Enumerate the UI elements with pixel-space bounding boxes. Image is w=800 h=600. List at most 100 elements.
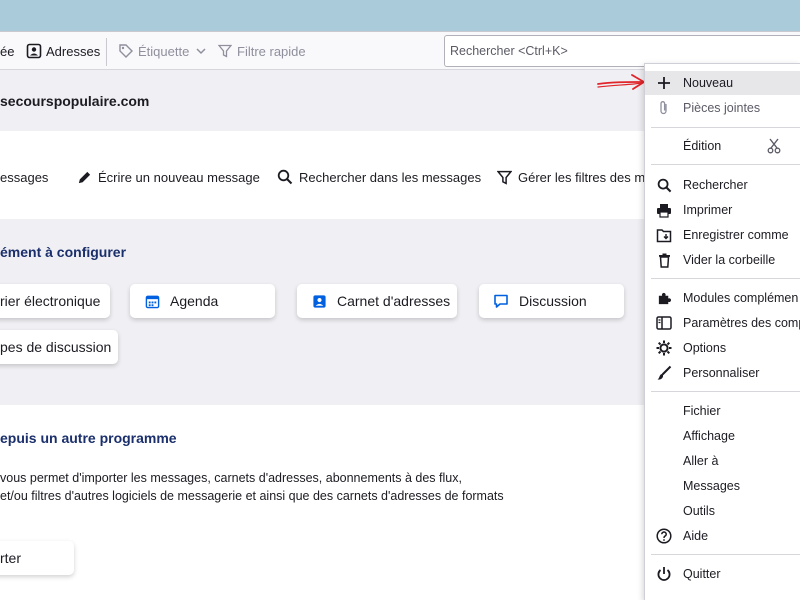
- menu-separator: [651, 391, 800, 392]
- menu-separator: [651, 278, 800, 279]
- address-book-button[interactable]: Adresses: [26, 42, 100, 60]
- search-messages-link[interactable]: Rechercher dans les messages: [277, 167, 481, 187]
- gear-icon: [645, 340, 683, 356]
- menu-item-file[interactable]: Fichier: [645, 399, 800, 423]
- menu-item-find[interactable]: Rechercher: [645, 173, 800, 197]
- setup-calendar-button[interactable]: Agenda: [130, 284, 275, 318]
- menu-item-label: Affichage: [683, 429, 735, 443]
- menu-item-tools[interactable]: Outils: [645, 499, 800, 523]
- calendar-icon: [144, 293, 160, 309]
- menu-item-label: Rechercher: [683, 178, 748, 192]
- menu-item-label: Aide: [683, 529, 709, 543]
- search-icon: [645, 178, 683, 193]
- filter-icon: [496, 169, 512, 185]
- manage-filters-link[interactable]: Gérer les filtres des mes: [496, 167, 659, 187]
- write-message-link[interactable]: Écrire un nouveau message: [76, 167, 260, 187]
- menu-item-label: Modules complémen: [683, 291, 799, 305]
- menu-item-label: Personnaliser: [683, 366, 760, 380]
- menu-item-label: Options: [683, 341, 727, 355]
- setup-newsgroups-label: pes de discussion: [0, 339, 112, 355]
- menu-item-account-settings[interactable]: Paramètres des comp: [645, 311, 800, 335]
- chat-icon: [493, 293, 509, 309]
- menu-item-new[interactable]: Nouveau: [645, 71, 800, 95]
- import-button[interactable]: rter: [0, 541, 74, 575]
- power-icon: [645, 566, 683, 582]
- setup-calendar-label: Agenda: [170, 293, 219, 309]
- chevron-down-icon: [193, 43, 209, 59]
- menu-item-quit[interactable]: Quitter: [645, 562, 800, 586]
- trash-icon: [645, 253, 683, 268]
- menu-item-attachments[interactable]: Pièces jointes: [645, 96, 800, 120]
- address-book-icon: [311, 293, 327, 309]
- address-book-label: Adresses: [46, 43, 101, 59]
- address-book-icon: [26, 43, 42, 59]
- import-title: epuis un autre programme: [0, 430, 177, 446]
- menu-item-label: Enregistrer comme: [683, 228, 789, 242]
- tag-label: Étiquette: [138, 43, 190, 59]
- menu-item-customize[interactable]: Personnaliser: [645, 361, 800, 385]
- menu-item-label: Paramètres des comp: [683, 316, 800, 330]
- setup-newsgroups-button[interactable]: pes de discussion: [0, 330, 118, 364]
- menu-item-label: Fichier: [683, 404, 721, 418]
- tag-button[interactable]: Étiquette: [118, 42, 209, 60]
- help-icon: [645, 528, 683, 544]
- pencil-icon: [76, 169, 92, 185]
- menu-separator: [651, 127, 800, 128]
- menu-item-help[interactable]: Aide: [645, 524, 800, 548]
- import-button-label: rter: [0, 550, 21, 566]
- menu-item-empty-trash[interactable]: Vider la corbeille: [645, 248, 800, 272]
- menu-item-print[interactable]: Imprimer: [645, 198, 800, 222]
- menu-item-edit[interactable]: Édition: [645, 134, 800, 158]
- plus-icon: [645, 76, 683, 90]
- setup-chat-label: Discussion: [519, 293, 587, 309]
- printer-icon: [645, 203, 683, 218]
- menu-item-save-as[interactable]: Enregistrer comme: [645, 223, 800, 247]
- menu-item-label: Messages: [683, 479, 740, 493]
- filter-icon: [217, 43, 233, 59]
- save-as-icon: [645, 228, 683, 243]
- puzzle-icon: [645, 291, 683, 306]
- manage-filters-label: Gérer les filtres des mes: [518, 169, 659, 185]
- menu-item-addons[interactable]: Modules complémen: [645, 286, 800, 310]
- read-messages-label: essages: [0, 169, 49, 185]
- read-messages-link[interactable]: essages: [0, 167, 48, 187]
- setup-address-book-button[interactable]: Carnet d'adresses: [297, 284, 457, 318]
- write-message-label: Écrire un nouveau message: [98, 169, 260, 185]
- import-description-line: vous permet d'importer les messages, car…: [0, 471, 462, 485]
- toolbar-partial-button[interactable]: ée: [0, 42, 14, 60]
- menu-item-options[interactable]: Options: [645, 336, 800, 360]
- search-messages-label: Rechercher dans les messages: [299, 169, 482, 185]
- tag-icon: [118, 43, 134, 59]
- cut-icon[interactable]: [767, 138, 781, 154]
- search-icon: [277, 169, 293, 185]
- menu-item-label: Quitter: [683, 567, 721, 581]
- setup-email-label: rier électronique: [0, 293, 101, 309]
- menu-item-label: Vider la corbeille: [683, 253, 776, 267]
- menu-item-label: Édition: [683, 139, 722, 153]
- paintbrush-icon: [645, 365, 683, 381]
- import-description-line: et/ou filtres d'autres logiciels de mess…: [0, 489, 504, 503]
- import-description: vous permet d'importer les messages, car…: [0, 469, 504, 505]
- toolbar-separator: [106, 38, 107, 66]
- account-name: secourspopulaire.com: [0, 93, 150, 109]
- quick-filter-button[interactable]: Filtre rapide: [217, 42, 306, 60]
- menu-item-label: Aller à: [683, 454, 719, 468]
- window-titlebar: [0, 0, 800, 31]
- menu-item-view[interactable]: Affichage: [645, 424, 800, 448]
- menu-item-label: Nouveau: [683, 76, 734, 90]
- setup-title: ément à configurer: [0, 244, 127, 260]
- account-settings-icon: [645, 316, 683, 330]
- menu-separator: [651, 164, 800, 165]
- paperclip-icon: [645, 100, 683, 116]
- menu-item-messages[interactable]: Messages: [645, 474, 800, 498]
- quick-filter-label: Filtre rapide: [237, 43, 306, 59]
- setup-chat-button[interactable]: Discussion: [479, 284, 624, 318]
- search-placeholder: Rechercher <Ctrl+K>: [450, 44, 568, 58]
- setup-address-book-label: Carnet d'adresses: [337, 293, 451, 309]
- menu-item-label: Pièces jointes: [683, 101, 761, 115]
- app-menu-panel: Nouveau Pièces jointes Édition Recherche…: [644, 63, 800, 600]
- menu-item-label: Outils: [683, 504, 715, 518]
- menu-separator: [651, 554, 800, 555]
- menu-item-go[interactable]: Aller à: [645, 449, 800, 473]
- setup-email-button[interactable]: rier électronique: [0, 284, 110, 318]
